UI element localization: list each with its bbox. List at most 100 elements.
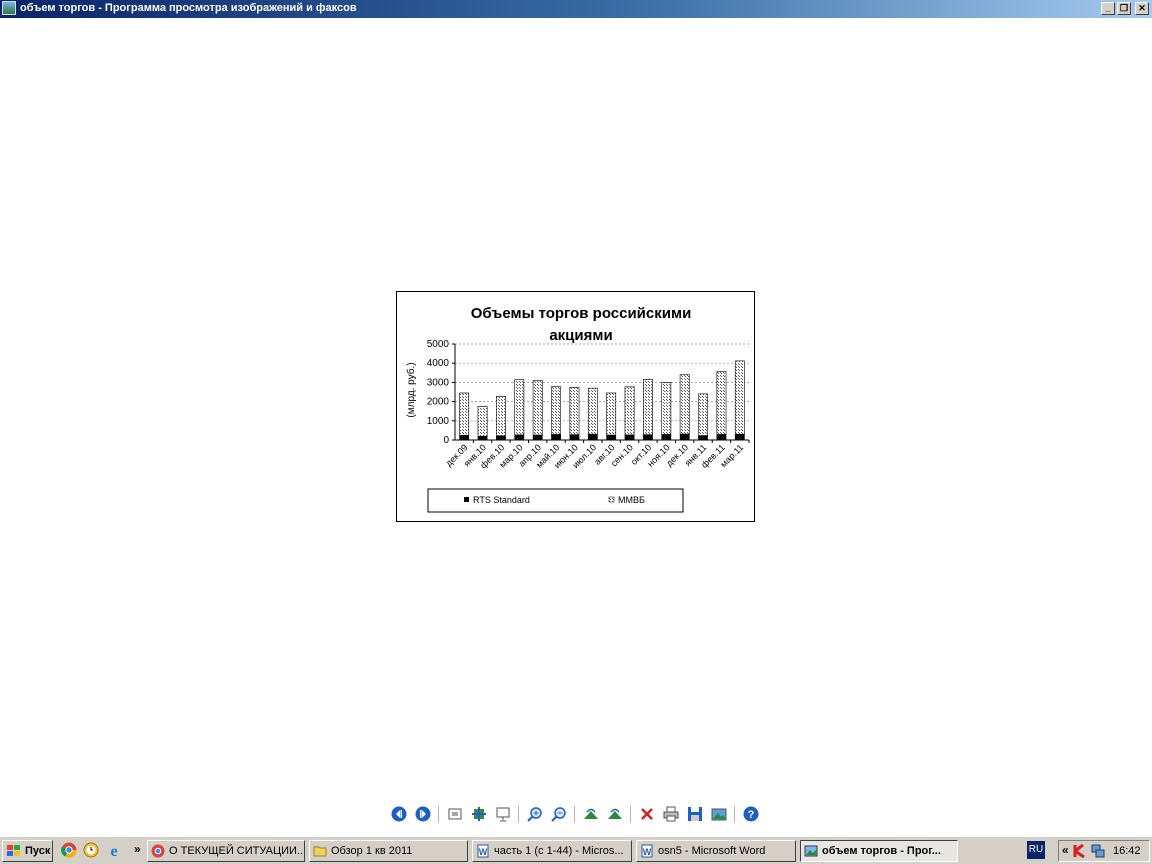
task-label: О ТЕКУЩЕЙ СИТУАЦИИ... [169,845,305,857]
edit-button[interactable] [710,805,728,823]
bar-micex [532,380,543,436]
start-label: Пуск [25,845,51,857]
best-fit-icon [448,808,462,820]
rotate-cw-icon [584,808,598,819]
best-fit-button[interactable] [446,805,464,823]
clock: 16:42 [1113,845,1141,857]
bar-micex [698,393,708,436]
delete-icon [641,808,653,820]
taskbar-item-word-1[interactable]: W часть 1 (с 1-44) - Micros... [472,840,632,862]
y-tick-label: 2000 [427,397,450,408]
bar-rts-standard [643,434,653,441]
chart-title-line-1: Объемы торгов российскими [471,305,692,322]
slideshow-button[interactable] [494,805,512,823]
bar-micex [514,379,525,436]
bar-micex [716,371,727,435]
clock-app-icon[interactable] [83,842,99,858]
rotate-counterclockwise-button[interactable] [606,805,624,823]
rotate-ccw-icon [608,808,622,819]
print-icon [663,806,679,822]
bar-micex [734,360,745,435]
next-image-button[interactable] [414,805,432,823]
slideshow-icon [496,807,510,822]
viewer-toolbar: ? [388,803,768,827]
legend-swatch-rts [464,497,469,502]
bar-micex [624,386,635,436]
bar-micex [643,379,653,435]
bar-micex [569,387,580,435]
previous-image-button[interactable] [390,805,408,823]
window-title-bar[interactable]: объем торгов - Программа просмотра изобр… [0,0,1152,18]
taskbar-item-image-viewer[interactable]: объем торгов - Прог... [800,840,958,862]
bar-micex [606,392,617,436]
prev-icon [391,806,407,822]
task-label: часть 1 (с 1-44) - Micros... [494,845,624,857]
zoom-out-button[interactable] [550,805,568,823]
close-button[interactable]: ✕ [1135,2,1149,15]
help-button[interactable]: ? [742,805,760,823]
bar-micex [679,374,690,435]
taskbar-item-chrome[interactable]: О ТЕКУЩЕЙ СИТУАЦИИ... [147,840,305,862]
bar-rts-standard [459,434,470,441]
y-tick-label: 1000 [427,416,450,427]
language-indicator[interactable]: RU [1027,841,1045,859]
tray-expand-button[interactable]: « [1062,843,1069,857]
bar-micex [551,386,561,435]
image-viewer-icon [804,845,818,857]
bar-rts-standard [587,433,598,441]
help-icon: ? [743,806,759,822]
internet-explorer-icon[interactable]: e [106,842,122,858]
delete-button[interactable] [638,805,656,823]
legend-label-micex: ММВБ [618,495,645,505]
legend-label-rts: RTS Standard [473,495,530,505]
network-icon[interactable] [1091,844,1105,858]
word-icon: W [641,844,653,858]
bar-micex [587,387,598,435]
svg-text:?: ? [748,809,755,821]
taskbar-item-folder[interactable]: Обзор 1 кв 2011 [309,840,468,862]
zoom-in-icon [527,807,542,822]
zoom-in-button[interactable] [526,805,544,823]
y-tick-label: 0 [443,435,449,446]
restore-button[interactable]: ❐ [1117,2,1131,15]
bar-rts-standard [532,434,543,441]
windows-logo-icon [7,845,20,856]
minimize-button[interactable]: _ [1101,2,1115,15]
print-button[interactable] [662,805,680,823]
y-tick-label: 3000 [427,377,450,388]
bar-rts-standard [496,435,506,441]
y-axis-label: (млрд. руб.) [405,362,417,417]
legend-swatch-micex [608,496,615,503]
displayed-chart-image: Объемы торгов российскими акциями (млрд.… [396,291,755,522]
task-label: osn5 - Microsoft Word [658,845,766,857]
bar-micex [477,406,488,437]
next-icon [415,806,431,822]
rotate-clockwise-button[interactable] [582,805,600,823]
chrome-icon[interactable] [61,842,77,858]
chrome-icon [151,844,165,858]
bar-rts-standard [569,434,580,441]
window-title: объем торгов - Программа просмотра изобр… [20,2,357,14]
bar-micex [661,382,672,435]
bar-rts-standard [661,434,672,441]
task-label: Обзор 1 кв 2011 [331,845,413,857]
save-button[interactable] [686,805,704,823]
svg-text:W: W [479,847,488,857]
start-button[interactable]: Пуск [2,840,53,862]
bar-micex [459,392,470,436]
zoom-out-icon [551,807,566,822]
taskbar-item-word-2[interactable]: W osn5 - Microsoft Word [636,840,796,862]
save-icon [688,807,702,821]
bar-rts-standard [606,434,617,441]
actual-size-icon [472,807,486,821]
antivirus-icon[interactable] [1073,844,1087,858]
bar-rts-standard [679,433,690,441]
bar-rts-standard [716,434,727,441]
taskbar: Пуск e » О ТЕКУЩЕЙ СИТУАЦИИ... Обзор 1 к… [0,836,1152,864]
svg-text:W: W [643,847,652,857]
chart-canvas: Объемы торгов российскими акциями (млрд.… [405,305,750,513]
system-tray: « 16:42 [1058,840,1150,862]
quick-launch-more[interactable]: » [134,842,141,856]
actual-size-button[interactable] [470,805,488,823]
task-label: объем торгов - Прог... [822,845,941,857]
